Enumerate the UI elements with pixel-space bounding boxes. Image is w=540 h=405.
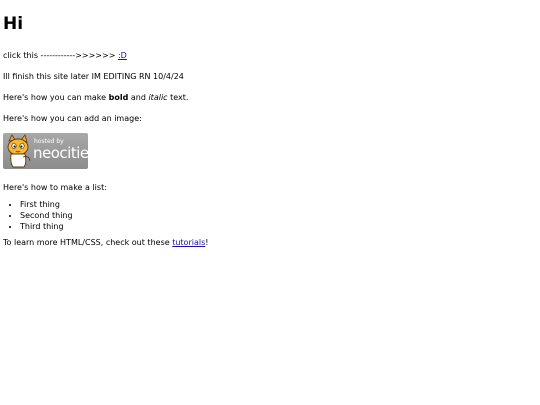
smiley-link[interactable]: :D [118, 51, 127, 60]
neocities-badge: hosted by neocities [3, 133, 88, 169]
formatting-text-after: text. [167, 93, 189, 102]
tutorials-text-after: ! [205, 238, 209, 247]
neocities-badge-image: hosted by neocities [3, 133, 88, 169]
list-item: Third thing [20, 221, 533, 232]
tutorials-link[interactable]: tutorials [172, 238, 205, 247]
formatting-text-before: Here's how you can make [3, 93, 109, 102]
italic-word: italic [148, 93, 168, 102]
click-line-text: click this ------------>>>>>> [3, 51, 118, 60]
click-line: click this ------------>>>>>> :D [3, 50, 533, 61]
page-content: Hi click this ------------>>>>>> :D Ill … [3, 13, 533, 248]
formatting-line: Here's how you can make bold and italic … [3, 92, 533, 103]
image-line: Here's how you can add an image: [3, 114, 142, 123]
formatting-text-middle: and [128, 93, 149, 102]
neocities-logo-text: neocities [33, 144, 88, 162]
list-item: Second thing [20, 210, 533, 221]
tutorials-text-before: To learn more HTML/CSS, check out these [3, 238, 173, 247]
list-intro: Here's how to make a list: [3, 183, 107, 192]
page-heading: Hi [3, 14, 24, 34]
example-list: First thing Second thing Third thing [3, 199, 533, 232]
list-item: First thing [20, 199, 533, 210]
bold-word: bold [108, 93, 129, 102]
editing-note: Ill finish this site later IM EDITING RN… [3, 72, 184, 81]
tutorials-line: To learn more HTML/CSS, check out these … [3, 237, 533, 248]
